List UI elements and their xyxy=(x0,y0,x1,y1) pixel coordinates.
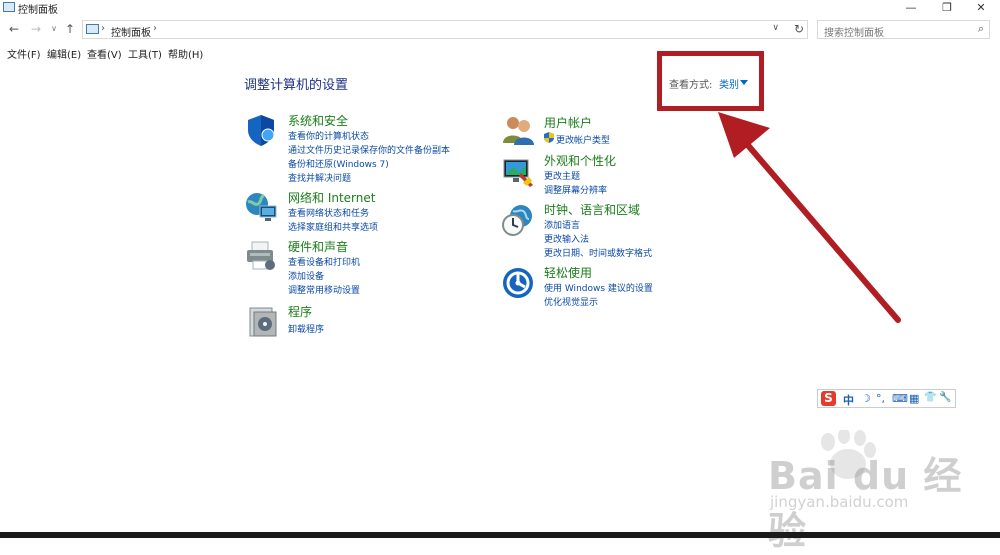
category-title-ease-of-access[interactable]: 轻松使用 xyxy=(544,264,592,281)
category-title-network-internet[interactable]: 网络和 Internet xyxy=(288,189,375,206)
wrench-icon[interactable]: 🔧 xyxy=(939,392,951,403)
address-dropdown-icon[interactable]: ∨ xyxy=(772,23,779,33)
network-globe-icon[interactable] xyxy=(244,190,278,224)
link-homegroup[interactable]: 选择家庭组和共享选项 xyxy=(288,220,378,233)
link-file-history[interactable]: 通过文件历史记录保存你的文件备份副本 xyxy=(288,143,450,156)
link-optimize-visual-display[interactable]: 优化视觉显示 xyxy=(544,295,598,308)
menu-file[interactable]: 文件(F) xyxy=(7,46,41,61)
ime-toolbar[interactable]: S 中 ☽ °, ⌨ ▦ 👕 🔧 xyxy=(817,389,956,408)
taskbar xyxy=(0,532,1000,538)
link-troubleshoot[interactable]: 查找并解决问题 xyxy=(288,171,351,184)
link-view-computer-status[interactable]: 查看你的计算机状态 xyxy=(288,129,369,142)
control-panel-icon xyxy=(3,2,15,12)
link-add-device[interactable]: 添加设备 xyxy=(288,269,324,282)
programs-icon[interactable] xyxy=(246,304,280,338)
back-button[interactable]: ← xyxy=(6,21,22,37)
up-button[interactable]: ↑ xyxy=(62,21,78,37)
search-box[interactable]: 搜索控制面板 ⌕ xyxy=(817,20,990,39)
sogou-logo-icon[interactable]: S xyxy=(821,391,836,406)
watermark-url: jingyan.baidu.com xyxy=(770,493,909,511)
link-change-account-type[interactable]: 更改帐户类型 xyxy=(556,133,610,146)
ease-of-access-icon[interactable] xyxy=(501,266,535,300)
link-recommended-settings[interactable]: 使用 Windows 建议的设置 xyxy=(544,281,653,294)
keyboard-icon[interactable]: ⌨ xyxy=(892,392,908,405)
link-mobility-settings[interactable]: 调整常用移动设置 xyxy=(288,283,360,296)
minimize-button[interactable]: — xyxy=(896,0,926,16)
close-button[interactable]: ✕ xyxy=(966,0,996,16)
forward-button[interactable]: → xyxy=(28,21,44,37)
refresh-icon[interactable]: ↻ xyxy=(794,22,804,36)
maximize-button[interactable]: ❐ xyxy=(932,0,962,16)
breadcrumb-control-panel[interactable]: 控制面板 xyxy=(111,24,151,39)
link-network-status[interactable]: 查看网络状态和任务 xyxy=(288,206,369,219)
printer-icon[interactable] xyxy=(244,239,278,273)
title-bar: 控制面板 — ❐ ✕ xyxy=(0,0,1000,16)
link-change-input-method[interactable]: 更改输入法 xyxy=(544,232,589,245)
grid-icon[interactable]: ▦ xyxy=(909,392,919,405)
link-devices-printers[interactable]: 查看设备和打印机 xyxy=(288,255,360,268)
category-title-appearance[interactable]: 外观和个性化 xyxy=(544,152,616,169)
link-change-theme[interactable]: 更改主题 xyxy=(544,169,580,182)
menu-tools[interactable]: 工具(T) xyxy=(128,46,162,61)
link-add-language[interactable]: 添加语言 xyxy=(544,218,580,231)
category-title-user-accounts[interactable]: 用户帐户 xyxy=(544,114,592,131)
recent-locations-dropdown[interactable]: ∨ xyxy=(46,21,62,37)
category-title-programs[interactable]: 程序 xyxy=(288,303,312,320)
category-title-system-security[interactable]: 系统和安全 xyxy=(288,112,348,129)
address-bar[interactable]: › 控制面板 › ∨ ↻ xyxy=(82,20,808,39)
link-date-time-format[interactable]: 更改日期、时间或数字格式 xyxy=(544,246,652,259)
navigation-bar: ← → ∨ ↑ › 控制面板 › ∨ ↻ 搜索控制面板 ⌕ xyxy=(0,18,1000,42)
menu-help[interactable]: 帮助(H) xyxy=(168,46,203,61)
moon-icon[interactable]: ☽ xyxy=(861,392,871,405)
annotation-arrow xyxy=(718,112,901,323)
ime-mode-toggle[interactable]: 中 xyxy=(843,392,854,408)
menu-bar: 文件(F) 编辑(E) 查看(V) 工具(T) 帮助(H) xyxy=(0,44,1000,62)
search-placeholder: 搜索控制面板 xyxy=(824,28,884,39)
menu-view[interactable]: 查看(V) xyxy=(87,46,122,61)
breadcrumb-separator[interactable]: › xyxy=(101,23,105,34)
window-title: 控制面板 xyxy=(18,5,58,16)
search-icon[interactable]: ⌕ xyxy=(978,22,984,36)
shield-icon[interactable] xyxy=(244,113,278,147)
link-backup-restore[interactable]: 备份和还原(Windows 7) xyxy=(288,157,389,170)
control-panel-icon xyxy=(86,24,99,34)
punctuation-icon[interactable]: °, xyxy=(876,392,885,405)
page-title: 调整计算机的设置 xyxy=(244,78,349,93)
breadcrumb-separator[interactable]: › xyxy=(153,23,157,34)
menu-edit[interactable]: 编辑(E) xyxy=(47,46,81,61)
clock-globe-icon[interactable] xyxy=(501,203,535,237)
users-icon[interactable] xyxy=(501,113,535,147)
category-title-clock-language-region[interactable]: 时钟、语言和区域 xyxy=(544,201,640,218)
appearance-icon[interactable] xyxy=(501,155,535,189)
category-title-hardware-sound[interactable]: 硬件和声音 xyxy=(288,238,348,255)
link-uninstall-program[interactable]: 卸载程序 xyxy=(288,322,324,335)
skin-icon[interactable]: 👕 xyxy=(924,392,936,403)
uac-shield-icon xyxy=(544,132,554,143)
link-screen-resolution[interactable]: 调整屏幕分辨率 xyxy=(544,183,607,196)
